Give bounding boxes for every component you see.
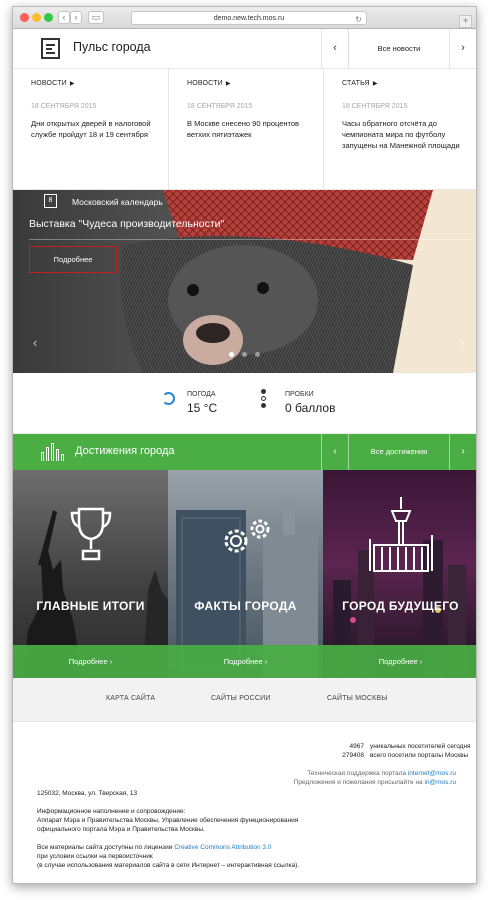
address-bar[interactable]: demo.new.tech.mos.ru ↻	[131, 11, 367, 25]
news-date: 18 СЕНТЯБРЯ 2015	[187, 103, 253, 110]
tile-more-link[interactable]: Подробнее ›	[13, 645, 168, 678]
forward-icon[interactable]: ›	[70, 11, 82, 24]
achievements-next-button[interactable]: ›	[449, 434, 476, 470]
slider-dot[interactable]	[255, 352, 260, 357]
achievement-tiles: ГЛАВНЫЕ ИТОГИ Подробнее › ФАКТЫ ГОРОДА П…	[13, 470, 476, 678]
achievements-prev-button[interactable]: ‹	[322, 434, 349, 470]
tile-title: ФАКТЫ ГОРОДА	[194, 599, 297, 613]
section-title: Достижения города	[75, 445, 175, 457]
tile-future-city[interactable]: ГОРОД БУДУЩЕГО Подробнее ›	[323, 470, 476, 678]
news-category[interactable]: СТАТЬЯ ▶	[342, 80, 378, 87]
feedback-line: Предложения и пожелания присылайте на in…	[293, 779, 456, 786]
pulse-nav: ‹ Все новости ›	[321, 29, 476, 69]
license-line: (в случае использования материалов сайта…	[37, 862, 300, 869]
russia-sites-link[interactable]: САЙТЫ РОССИИ	[211, 695, 271, 702]
document-icon	[41, 38, 60, 59]
pulse-prev-button[interactable]: ‹	[322, 29, 349, 69]
weather-label: ПОГОДА	[187, 391, 216, 398]
info-line: официального портала Мэра и Правительств…	[37, 826, 205, 833]
moscow-sites-link[interactable]: САЙТЫ МОСКВЫ	[327, 695, 388, 702]
news-row: НОВОСТИ ▶ 18 СЕНТЯБРЯ 2015 Дни открытых д…	[13, 69, 476, 190]
tile-title: ГОРОД БУДУЩЕГО	[342, 599, 459, 613]
close-window-button[interactable]	[20, 13, 29, 22]
news-category[interactable]: НОВОСТИ ▶	[187, 80, 231, 87]
trophy-icon	[70, 507, 111, 561]
news-title[interactable]: Часы обратного отсчёта до чемпионата мир…	[342, 118, 470, 151]
hero-slider: 8 Московский календарь Выставка "Чудеса …	[13, 190, 476, 373]
info-line: Информационное наполнение и сопровождени…	[37, 808, 186, 815]
weather-bar: ПОГОДА 15 °С ПРОБКИ 0 баллов	[13, 373, 476, 434]
calendar-label[interactable]: Московский календарь	[72, 197, 163, 207]
back-icon[interactable]: ‹	[58, 11, 70, 24]
play-icon: ▶	[69, 81, 75, 87]
news-title[interactable]: В Москве снесено 90 процентов ветхих пят…	[187, 118, 315, 140]
all-news-link[interactable]: Все новости	[349, 29, 449, 69]
all-achievements-link[interactable]: Все достижения	[349, 434, 449, 470]
visitors-total-label: всего посетили порталы Москвы	[370, 752, 469, 759]
browser-window: ‹ › ▭ demo.new.tech.mos.ru ↻ + Пульс гор…	[12, 6, 477, 884]
tile-main-results[interactable]: ГЛАВНЫЕ ИТОГИ Подробнее ›	[13, 470, 168, 678]
news-date: 18 СЕНТЯБРЯ 2015	[342, 103, 408, 110]
gears-icon	[224, 519, 269, 553]
moon-icon	[162, 392, 175, 405]
divider	[29, 239, 476, 240]
achievements-nav: ‹ Все достижения ›	[321, 434, 476, 470]
traffic-label: ПРОБКИ	[285, 391, 314, 398]
feedback-email-link[interactable]: in@mos.ru	[424, 779, 456, 786]
footer-info: 4967 уникальных посетителей сегодня 2794…	[13, 722, 476, 883]
news-item[interactable]: НОВОСТИ ▶ 18 СЕНТЯБРЯ 2015 В Москве снесе…	[168, 69, 323, 190]
footer-links: КАРТА САЙТА САЙТЫ РОССИИ САЙТЫ МОСКВЫ	[13, 678, 476, 722]
reload-icon[interactable]: ↻	[355, 13, 362, 26]
tile-title: ГЛАВНЫЕ ИТОГИ	[36, 599, 145, 613]
tower-icon	[368, 497, 433, 572]
traffic-value: 0 баллов	[285, 401, 336, 415]
info-line: Аппарат Мэра и Правительства Москвы, Упр…	[37, 817, 299, 824]
maximize-window-button[interactable]	[44, 13, 53, 22]
slider-dot[interactable]	[229, 352, 234, 357]
visitors-today-label: уникальных посетителей сегодня	[370, 743, 471, 750]
pulse-header: Пульс города ‹ Все новости ›	[13, 29, 476, 69]
news-date: 18 СЕНТЯБРЯ 2015	[31, 103, 97, 110]
play-icon: ▶	[225, 81, 231, 87]
slider-dot[interactable]	[242, 352, 247, 357]
new-tab-button[interactable]: +	[459, 15, 472, 28]
section-title: Пульс города	[73, 40, 151, 54]
news-title[interactable]: Дни открытых дверей в налоговой службе п…	[31, 118, 159, 140]
visitors-total-count: 279408	[342, 752, 364, 759]
news-category[interactable]: НОВОСТИ ▶	[31, 80, 75, 87]
achievements-header: Достижения города ‹ Все достижения ›	[13, 434, 476, 470]
tile-more-link[interactable]: Подробнее ›	[168, 645, 323, 678]
hero-headline[interactable]: Выставка "Чудеса производительности"	[29, 218, 224, 230]
support-email-link[interactable]: internet@mos.ru	[408, 770, 456, 777]
news-item[interactable]: НОВОСТИ ▶ 18 СЕНТЯБРЯ 2015 Дни открытых д…	[13, 69, 168, 190]
support-line: Техническая поддержка портала internet@m…	[307, 770, 456, 777]
city-buildings-icon	[41, 443, 69, 461]
tile-city-facts[interactable]: ФАКТЫ ГОРОДА Подробнее ›	[168, 470, 323, 678]
license-line: Все материалы сайта доступны по лицензии…	[37, 844, 272, 851]
news-item[interactable]: СТАТЬЯ ▶ 18 СЕНТЯБРЯ 2015 Часы обратного …	[323, 69, 476, 190]
minimize-window-button[interactable]	[32, 13, 41, 22]
calendar-icon: 8	[44, 194, 57, 208]
traffic-light-icon	[261, 389, 267, 410]
license-link[interactable]: Creative Commons Attribution 3.0	[174, 844, 271, 851]
slider-next-arrow[interactable]: ›	[460, 335, 464, 350]
url-text: demo.new.tech.mos.ru	[213, 15, 285, 22]
license-line: при условии ссылки на первоисточник	[37, 853, 153, 860]
slider-prev-arrow[interactable]: ‹	[33, 335, 37, 350]
browser-toolbar: ‹ › ▭ demo.new.tech.mos.ru ↻ +	[13, 7, 476, 29]
play-icon: ▶	[372, 81, 378, 87]
pulse-next-button[interactable]: ›	[449, 29, 476, 69]
address: 125032, Москва, ул. Тверская, 13	[37, 790, 138, 797]
tile-more-link[interactable]: Подробнее ›	[323, 645, 476, 678]
weather-value: 15 °С	[187, 401, 218, 415]
sidebar-icon[interactable]: ▭	[88, 11, 104, 24]
sitemap-link[interactable]: КАРТА САЙТА	[106, 695, 155, 702]
more-button[interactable]: Подробнее	[29, 246, 117, 273]
slider-pager	[229, 344, 268, 362]
visitors-today-count: 4967	[349, 743, 364, 750]
